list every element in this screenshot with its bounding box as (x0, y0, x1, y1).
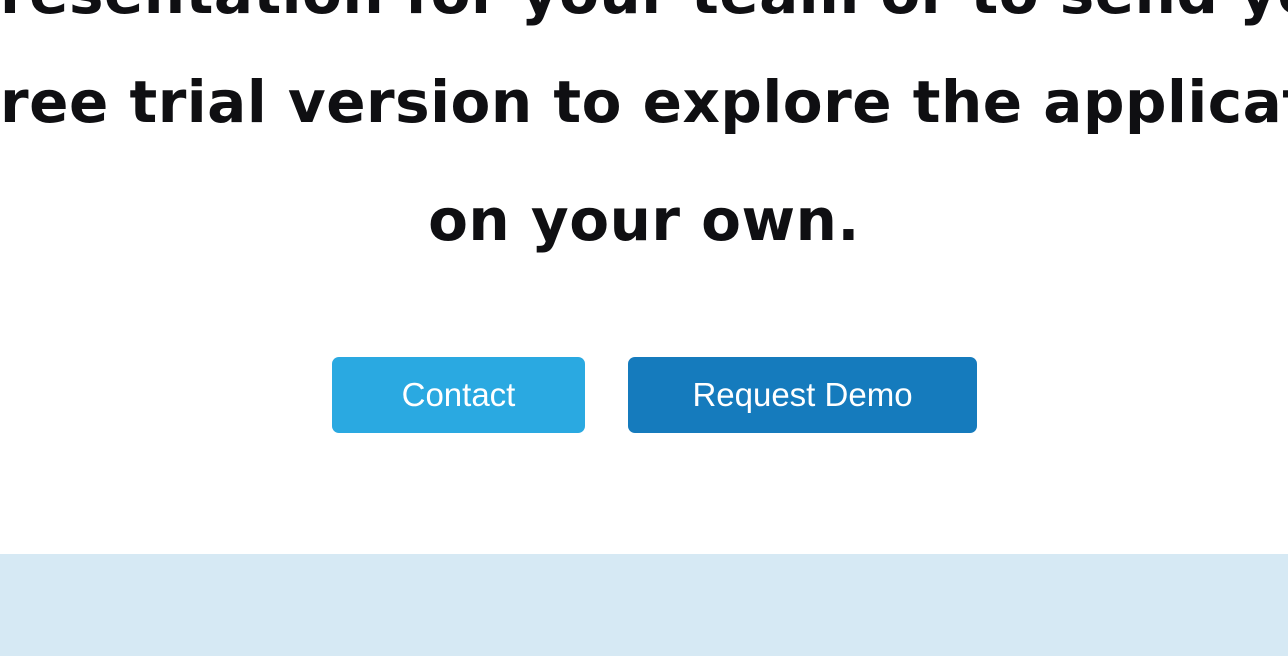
cta-text-line-1: resentation for your team or to send you (0, 0, 1288, 28)
cta-text-line-3: on your own. (428, 186, 860, 254)
footer-section (0, 554, 1288, 656)
contact-button[interactable]: Contact (332, 357, 585, 433)
cta-text-line-2: ree trial version to explore the applica… (0, 68, 1288, 136)
page: resentation for your team or to send you… (0, 0, 1288, 656)
request-demo-button[interactable]: Request Demo (628, 357, 977, 433)
